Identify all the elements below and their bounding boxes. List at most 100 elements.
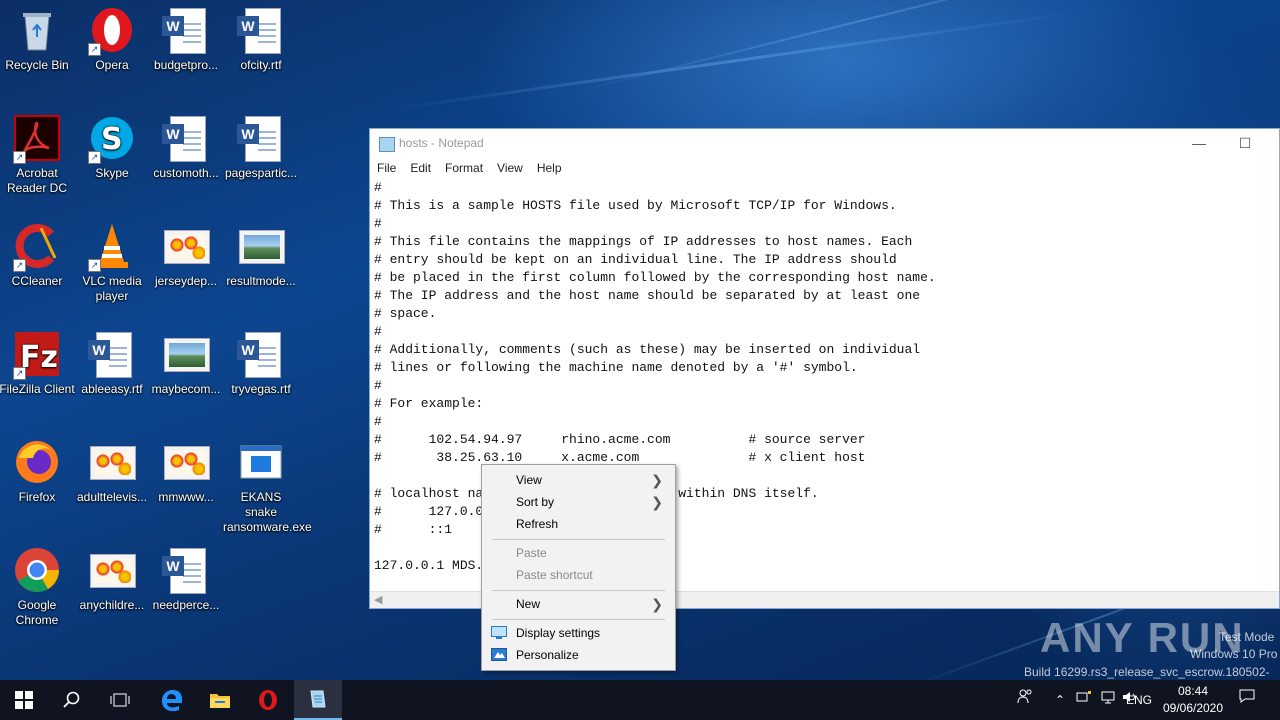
desktop-icon-ekans[interactable]: EKANS snake ransomware.exe bbox=[223, 438, 312, 535]
taskbar-file-explorer[interactable] bbox=[196, 680, 244, 720]
desktop-icon-label: mmwww... bbox=[158, 490, 214, 504]
recycle-bin-icon bbox=[13, 6, 61, 54]
shortcut-arrow-icon: ↗ bbox=[13, 259, 26, 272]
search-icon bbox=[63, 691, 80, 708]
text-line: # lines or following the machine name de… bbox=[374, 360, 858, 375]
desktop-icon-label: budgetpro... bbox=[153, 58, 219, 72]
word-document-icon: W bbox=[162, 114, 210, 162]
desktop-icon-budgetpro[interactable]: W budgetpro... bbox=[148, 6, 224, 73]
desktop-icon-ccleaner[interactable]: ↗ CCleaner bbox=[0, 222, 75, 289]
menu-item-personalize[interactable]: Personalize bbox=[482, 644, 675, 666]
shortcut-arrow-icon: ↗ bbox=[13, 367, 26, 380]
desktop[interactable]: Recycle Bin ↗ Acrobat Reader DC ↗ CClean… bbox=[0, 0, 1280, 680]
image-file-icon bbox=[162, 222, 210, 270]
text-line: # 102.54.94.97 rhino.acme.com # source s… bbox=[374, 432, 866, 447]
desktop-icon-label: needperce... bbox=[152, 598, 220, 612]
desktop-icon-label: maybecom... bbox=[151, 382, 221, 396]
taskbar-opera[interactable] bbox=[244, 680, 292, 720]
menu-item-label: Paste shortcut bbox=[516, 568, 593, 582]
desktop-icon-label: VLC media player bbox=[82, 274, 142, 303]
taskbar-notepad-active[interactable] bbox=[294, 680, 342, 720]
people-icon bbox=[1017, 689, 1032, 704]
desktop-icon-chrome[interactable]: Google Chrome bbox=[0, 546, 75, 628]
shortcut-arrow-icon: ↗ bbox=[88, 43, 101, 56]
chrome-icon bbox=[13, 546, 61, 594]
desktop-icon-skype[interactable]: S ↗ Skype bbox=[74, 114, 150, 181]
menu-format[interactable]: Format bbox=[438, 157, 490, 175]
image-file-icon bbox=[237, 222, 285, 270]
menu-item-paste-shortcut[interactable]: Paste shortcut bbox=[482, 564, 675, 586]
menu-item-refresh[interactable]: Refresh bbox=[482, 513, 675, 535]
notification-icon bbox=[1239, 689, 1255, 703]
shortcut-arrow-icon: ↗ bbox=[13, 151, 26, 164]
desktop-icon-ableeasy[interactable]: W ableeasy.rtf bbox=[74, 330, 150, 397]
desktop-icon-anychildre[interactable]: anychildre... bbox=[74, 546, 150, 613]
desktop-icon-label: Recycle Bin bbox=[5, 58, 69, 72]
desktop-icon-label: CCleaner bbox=[11, 274, 63, 288]
word-document-icon: W bbox=[237, 114, 285, 162]
desktop-icon-mmwww[interactable]: mmwww... bbox=[148, 438, 224, 505]
minimize-icon[interactable]: — bbox=[1176, 129, 1222, 157]
desktop-icon-customoth[interactable]: W customoth... bbox=[148, 114, 224, 181]
menu-help[interactable]: Help bbox=[530, 157, 569, 175]
menu-item-display-settings[interactable]: Display settings bbox=[482, 622, 675, 644]
network-button[interactable] bbox=[1098, 680, 1118, 720]
menu-item-view[interactable]: View ❯ bbox=[482, 469, 675, 491]
wallpaper-beam bbox=[383, 11, 1077, 112]
start-button[interactable] bbox=[0, 680, 48, 720]
menu-file[interactable]: File bbox=[370, 157, 403, 175]
menu-item-new[interactable]: New ❯ bbox=[482, 593, 675, 615]
desktop-icon-label: ableeasy.rtf bbox=[81, 382, 143, 396]
edge-icon bbox=[162, 690, 182, 711]
maximize-icon[interactable]: ☐ bbox=[1222, 129, 1268, 157]
menu-item-label: Sort by bbox=[516, 495, 555, 509]
desktop-icon-ofcity[interactable]: W ofcity.rtf bbox=[223, 6, 299, 73]
input-language[interactable]: ENG bbox=[1122, 680, 1156, 720]
chevron-right-icon: ❯ bbox=[651, 596, 663, 612]
task-view-button[interactable] bbox=[96, 680, 144, 720]
menu-item-paste[interactable]: Paste bbox=[482, 542, 675, 564]
scroll-left-icon[interactable]: ◀ bbox=[374, 593, 382, 606]
desktop-icon-filezilla[interactable]: Fz ↗ FileZilla Client bbox=[0, 330, 75, 397]
notepad-title-bar[interactable]: hosts - Notepad — ☐ bbox=[370, 129, 1279, 157]
desktop-icon-vlc[interactable]: ↗ VLC media player bbox=[74, 222, 150, 304]
text-line: # bbox=[374, 216, 382, 231]
desktop-icon-acrobat[interactable]: ↗ Acrobat Reader DC bbox=[0, 114, 75, 196]
image-file-icon bbox=[162, 330, 210, 378]
desktop-icon-adulttelevis[interactable]: adulttelevis... bbox=[74, 438, 150, 505]
menu-edit[interactable]: Edit bbox=[403, 157, 438, 175]
text-line: # bbox=[374, 378, 382, 393]
taskbar-edge[interactable] bbox=[148, 680, 196, 720]
text-line: # For example: bbox=[374, 396, 484, 411]
desktop-icon-jerseydep[interactable]: jerseydep... bbox=[148, 222, 224, 289]
desktop-icon-opera[interactable]: ↗ Opera bbox=[74, 6, 150, 73]
tray-device-icon[interactable] bbox=[1074, 680, 1094, 720]
desktop-icon-resultmode[interactable]: resultmode... bbox=[223, 222, 299, 289]
folder-icon bbox=[210, 694, 230, 708]
desktop-icon-label: tryvegas.rtf bbox=[231, 382, 291, 396]
word-document-icon: W bbox=[237, 330, 285, 378]
word-document-icon: W bbox=[162, 6, 210, 54]
desktop-icon-tryvegas[interactable]: W tryvegas.rtf bbox=[223, 330, 299, 397]
desktop-icon-firefox[interactable]: Firefox bbox=[0, 438, 75, 505]
opera-icon: ↗ bbox=[88, 6, 136, 56]
menu-separator bbox=[492, 590, 665, 591]
desktop-icon-recycle-bin[interactable]: Recycle Bin bbox=[0, 6, 75, 73]
show-hidden-icons-button[interactable]: ⌃ bbox=[1050, 680, 1070, 720]
desktop-icon-pagespartic[interactable]: W pagespartic... bbox=[223, 114, 299, 181]
desktop-icon-maybecom[interactable]: maybecom... bbox=[148, 330, 224, 397]
search-button[interactable] bbox=[48, 680, 96, 720]
clock-time: 08:44 bbox=[1177, 684, 1209, 698]
network-icon bbox=[1101, 691, 1115, 704]
desktop-icon-needperce[interactable]: W needperce... bbox=[148, 546, 224, 613]
word-document-icon: W bbox=[162, 546, 210, 594]
menu-item-sort-by[interactable]: Sort by ❯ bbox=[482, 491, 675, 513]
vlc-icon: ↗ bbox=[88, 222, 136, 272]
people-button[interactable] bbox=[1012, 680, 1038, 720]
skype-icon: S ↗ bbox=[88, 114, 136, 164]
action-center-button[interactable] bbox=[1234, 680, 1260, 720]
windows-edition-label: Windows 10 Pro bbox=[1190, 647, 1278, 661]
menu-view[interactable]: View bbox=[490, 157, 530, 175]
clock[interactable]: 08:44 09/06/2020 bbox=[1158, 683, 1228, 717]
device-icon bbox=[1076, 691, 1091, 702]
